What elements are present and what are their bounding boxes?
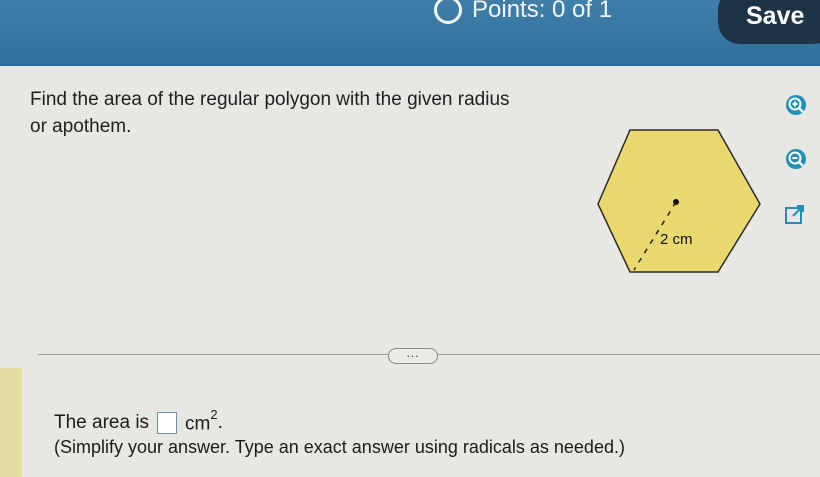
- popout-icon: [785, 205, 804, 224]
- zoom-out-button[interactable]: [778, 144, 812, 178]
- measure-label: 2 cm: [660, 231, 693, 248]
- answer-line: The area is cm2.: [54, 407, 223, 435]
- hexagon-shape: [597, 129, 761, 273]
- more-button[interactable]: ...: [388, 347, 438, 364]
- zoom-in-icon: [786, 95, 806, 115]
- answer-prefix: The area is: [54, 411, 150, 433]
- save-button-label[interactable]: Save: [746, 2, 804, 31]
- zoom-in-button[interactable]: [778, 90, 812, 124]
- zoom-out-icon: [786, 149, 806, 169]
- popout-button[interactable]: [778, 198, 812, 232]
- points-label: Points: 0 of 1: [472, 0, 613, 23]
- divider: [438, 354, 820, 355]
- divider: [38, 354, 388, 355]
- hexagon-figure: 2 cm: [590, 124, 770, 284]
- answer-hint: (Simplify your answer. Type an exact ans…: [54, 437, 625, 457]
- answer-input[interactable]: [157, 411, 178, 434]
- question-prompt: Find the area of the regular polygon wit…: [30, 89, 510, 137]
- header-bar: [0, 0, 820, 66]
- answer-unit: cm2: [185, 407, 218, 435]
- left-highlight-strip: [0, 368, 22, 477]
- answer-suffix: .: [217, 411, 223, 433]
